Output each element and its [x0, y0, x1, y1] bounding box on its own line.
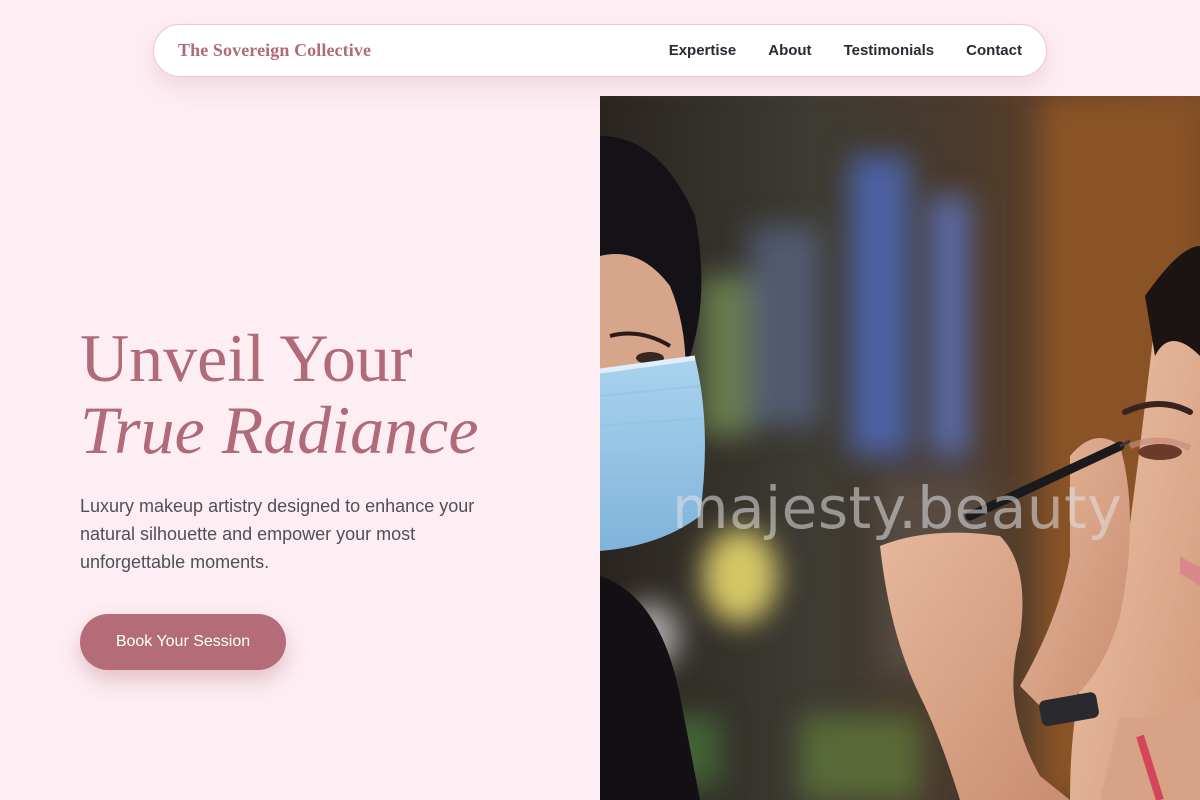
nav-link-testimonials[interactable]: Testimonials — [844, 42, 935, 59]
hero-headline: Unveil Your True Radiance — [80, 322, 560, 466]
book-session-button[interactable]: Book Your Session — [80, 614, 286, 670]
nav-link-contact[interactable]: Contact — [966, 42, 1022, 59]
nav-links: Expertise About Testimonials Contact — [669, 42, 1022, 59]
hero-headline-line2: True Radiance — [80, 392, 479, 468]
brand-logo[interactable]: The Sovereign Collective — [178, 40, 371, 61]
makeup-artist-photo — [600, 96, 1200, 800]
hero-photo: majesty.beauty — [600, 96, 1200, 800]
hero-headline-line1: Unveil Your — [80, 320, 413, 396]
top-navbar: The Sovereign Collective Expertise About… — [153, 24, 1047, 77]
hero-text-block: Unveil Your True Radiance Luxury makeup … — [80, 322, 560, 576]
nav-link-about[interactable]: About — [768, 42, 811, 59]
watermark-text: majesty.beauty — [672, 474, 1123, 542]
hero-subtext: Luxury makeup artistry designed to enhan… — [80, 496, 475, 572]
nav-link-expertise[interactable]: Expertise — [669, 42, 737, 59]
page: The Sovereign Collective Expertise About… — [0, 0, 1200, 800]
